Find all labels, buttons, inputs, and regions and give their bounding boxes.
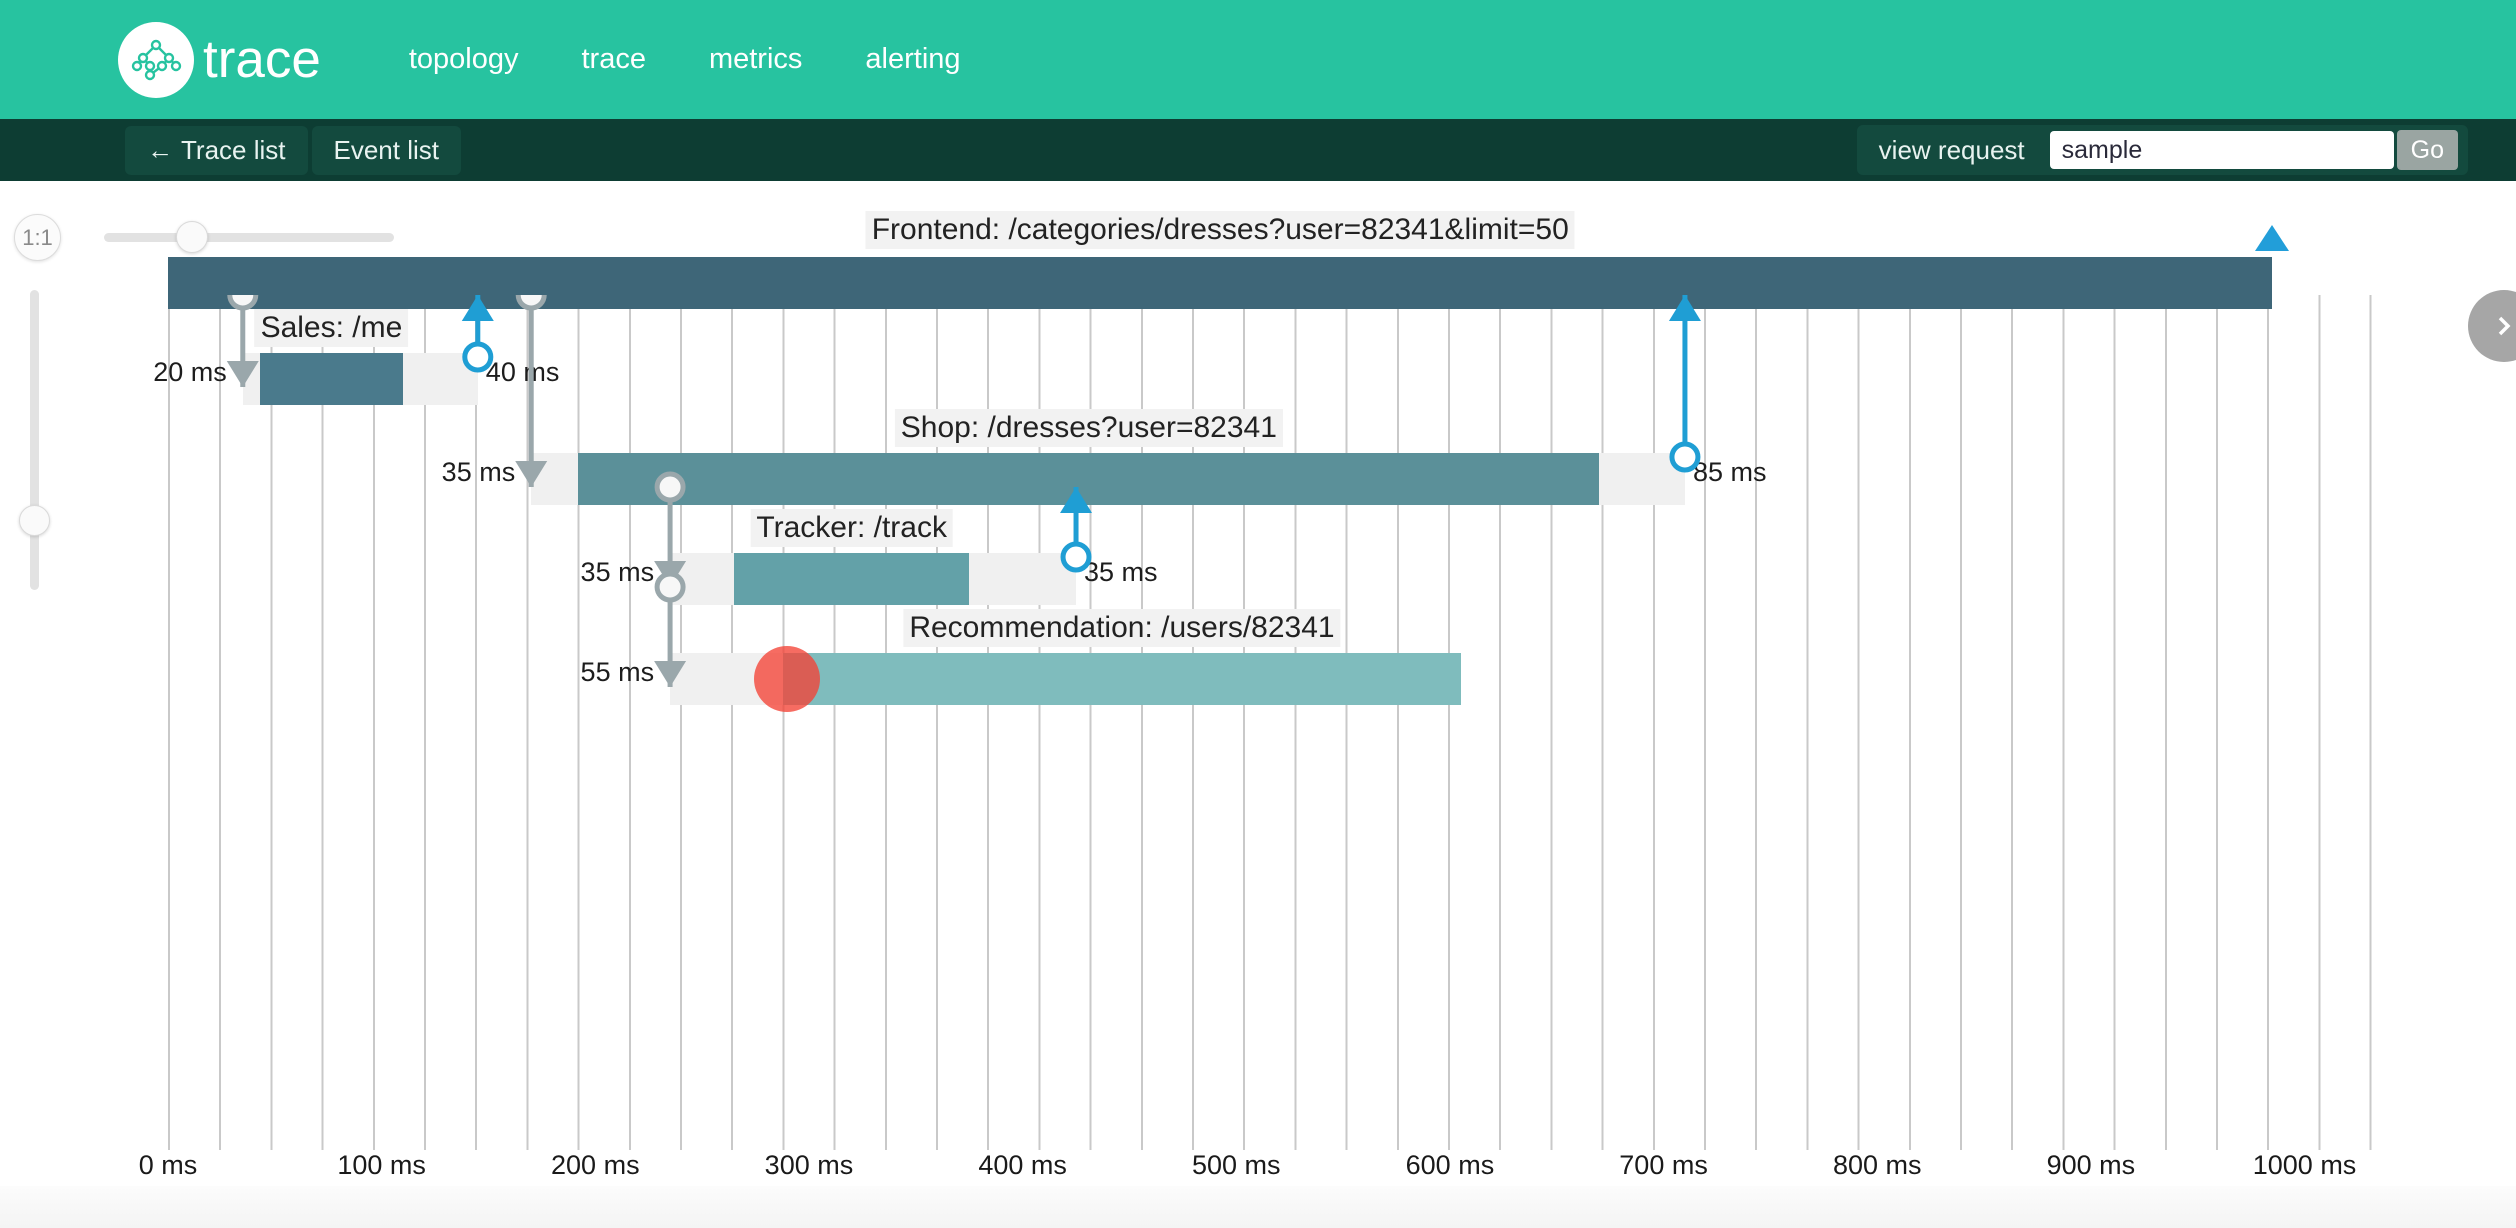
nav-item-topology[interactable]: topology [409,43,519,76]
latency-value-label: 35 ms [1084,557,1158,588]
brand-name: trace [203,29,321,90]
event-list-label: Event list [334,135,440,166]
span-label: Recommendation: /users/82341 [903,609,1340,647]
axis-tick-label: 200 ms [551,1150,640,1181]
secondary-toolbar: ← Trace list Event list view request Go [0,119,2516,181]
axis-tick-label: 400 ms [978,1150,1067,1181]
span-bar[interactable] [578,453,1599,505]
axis-tick-label: 700 ms [1619,1150,1708,1181]
event-list-button[interactable]: Event list [312,126,462,175]
chevron-right-icon [2489,311,2516,341]
vertical-slider-track[interactable] [30,290,39,590]
trace-list-button[interactable]: ← Trace list [125,126,308,175]
list-navigation-buttons: ← Trace list Event list [125,126,461,175]
axis-tick-label: 100 ms [337,1150,426,1181]
reset-zoom-button[interactable]: 1:1 [14,214,61,261]
span-bar[interactable] [783,653,1460,705]
side-panel-toggle-button[interactable] [2468,290,2516,362]
brand-logo[interactable]: trace [118,22,321,98]
span-error-marker[interactable] [754,646,820,712]
latency-value-label: 20 ms [153,357,227,388]
nav-item-trace[interactable]: trace [581,43,645,76]
nav-item-metrics[interactable]: metrics [709,43,802,76]
axis-tick-label: 0 ms [139,1150,198,1181]
axis-tick-label: 800 ms [1833,1150,1922,1181]
axis-tick-label: 600 ms [1406,1150,1495,1181]
request-id-input[interactable] [2050,131,2394,169]
arrow-left-icon: ← [147,137,173,163]
span-row[interactable]: Frontend: /categories/dresses?user=82341… [168,257,2390,309]
span-bar[interactable] [168,257,2272,309]
span-label: Tracker: /track [750,509,953,547]
view-request-group: view request Go [1857,125,2468,175]
trace-list-label: Trace list [181,135,286,166]
axis-tick-label: 900 ms [2047,1150,2136,1181]
axis-tick-label: 300 ms [765,1150,854,1181]
primary-nav: topology trace metrics alerting [409,43,961,76]
trace-viewer-page: trace topology trace metrics alerting ← … [0,0,2516,1228]
view-request-label: view request [1879,135,2025,166]
span-label: Sales: /me [255,309,409,347]
latency-value-label: 35 ms [581,557,655,588]
latency-value-label: 85 ms [1693,457,1767,488]
span-bar[interactable] [734,553,969,605]
span-row[interactable]: Tracker: /track [168,553,2390,605]
span-label: Shop: /dresses?user=82341 [895,409,1283,447]
axis-tick-label: 1000 ms [2253,1150,2357,1181]
latency-value-label: 35 ms [442,457,516,488]
vertical-zoom-slider[interactable] [27,290,41,590]
latency-value-label: 55 ms [581,657,655,688]
footer-strip [0,1186,2516,1228]
go-button[interactable]: Go [2397,130,2458,170]
horizontal-slider-track[interactable] [104,233,394,242]
latency-value-label: 40 ms [486,357,560,388]
horizontal-zoom-slider[interactable] [104,230,394,244]
axis-tick-label: 500 ms [1192,1150,1281,1181]
span-bar[interactable] [260,353,403,405]
nav-item-alerting[interactable]: alerting [865,43,960,76]
horizontal-slider-knob[interactable] [176,221,208,253]
span-label: Frontend: /categories/dresses?user=82341… [866,211,1575,249]
trace-timeline: Frontend: /categories/dresses?user=82341… [168,295,2390,1150]
node-graph-icon [118,22,194,98]
vertical-slider-knob[interactable] [19,505,50,536]
span-row[interactable]: Recommendation: /users/82341 [168,653,2390,705]
time-axis: 0 ms100 ms200 ms300 ms400 ms500 ms600 ms… [168,1150,2390,1190]
top-navigation-bar: trace topology trace metrics alerting [0,0,2516,119]
trace-end-marker-icon [2255,225,2289,251]
